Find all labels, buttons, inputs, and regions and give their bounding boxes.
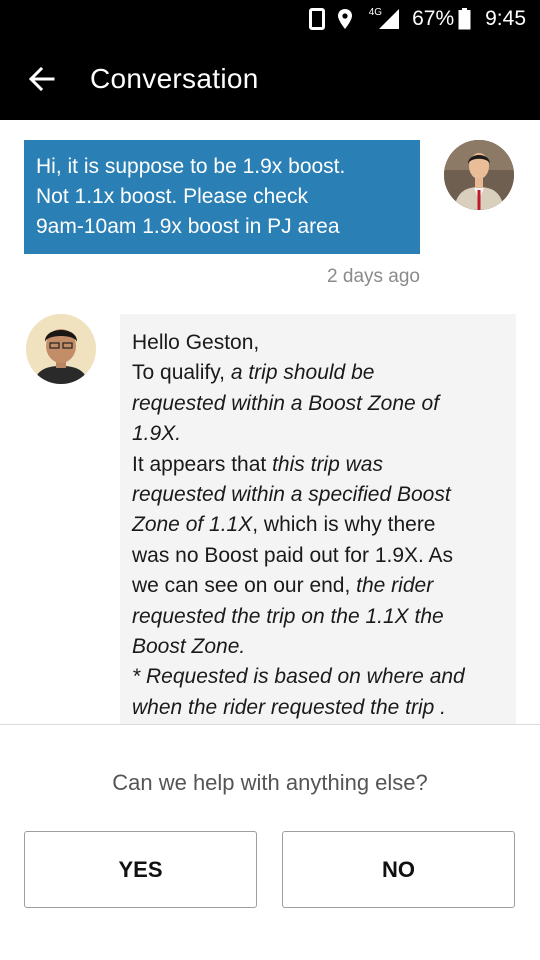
clock: 9:45: [485, 7, 526, 30]
message-line: Hello Geston,: [132, 331, 260, 354]
network-type: 4G: [368, 6, 383, 18]
message-text: , which is why there: [252, 513, 436, 537]
message-line: when the rider requested the trip .: [132, 695, 447, 719]
message-line: requested the trip on the 1.1X the: [132, 604, 444, 628]
signal-icon: 4G: [368, 6, 400, 30]
message-text: a trip should be: [230, 361, 375, 385]
message-timestamp: 2 days ago: [327, 266, 420, 287]
message-text: It appears that: [132, 452, 273, 476]
message-line: Not 1.1x boost. Please check: [36, 185, 308, 208]
message-line: was no Boost paid out for 1.9X. As: [132, 543, 454, 567]
app-bar: Conversation: [0, 38, 540, 120]
battery-percent: 67%: [412, 7, 455, 30]
help-prompt: Can we help with anything else?: [112, 770, 428, 795]
message-line: * Requested is based on where and: [132, 665, 465, 689]
conversation-thread[interactable]: Hi, it is suppose to be 1.9x boost. Not …: [0, 120, 540, 724]
status-bar: 4G 67% 9:45: [0, 0, 540, 38]
message-line: requested within a specified Boost: [132, 483, 451, 507]
support-message-bubble: Hello Geston, To qualify, a trip should …: [120, 314, 516, 724]
message-line: It appears that this trip was: [132, 450, 506, 480]
message-line: 9am-10am 1.9x boost in PJ area: [36, 215, 340, 238]
back-arrow-icon[interactable]: [22, 59, 62, 99]
message-text: To qualify,: [132, 361, 231, 385]
no-button[interactable]: NO: [282, 831, 515, 908]
message-text: the rider: [356, 574, 434, 598]
message-line: To qualify, a trip should be: [132, 358, 506, 388]
message-text: this trip was: [272, 452, 383, 476]
user-message-bubble: Hi, it is suppose to be 1.9x boost. Not …: [24, 140, 420, 254]
support-agent-avatar: [26, 314, 96, 384]
message-text: we can see on our end,: [132, 574, 357, 598]
message-line: requested within a Boost Zone of: [132, 391, 440, 415]
page-title: Conversation: [90, 63, 259, 94]
user-avatar: [444, 140, 514, 210]
phone-outline-icon: [308, 8, 325, 30]
message-line: Hi, it is suppose to be 1.9x boost.: [36, 155, 346, 178]
divider: [0, 724, 540, 725]
battery-icon: [458, 8, 471, 30]
yes-button[interactable]: YES: [24, 831, 257, 908]
message-line: we can see on our end, the rider: [132, 571, 506, 601]
message-text: Zone of 1.1X: [132, 513, 253, 537]
message-line: 1.9X.: [132, 422, 182, 446]
location-pin-icon: [337, 8, 353, 30]
message-line: Zone of 1.1X, which is why there: [132, 510, 506, 540]
message-line: Boost Zone.: [132, 635, 246, 659]
